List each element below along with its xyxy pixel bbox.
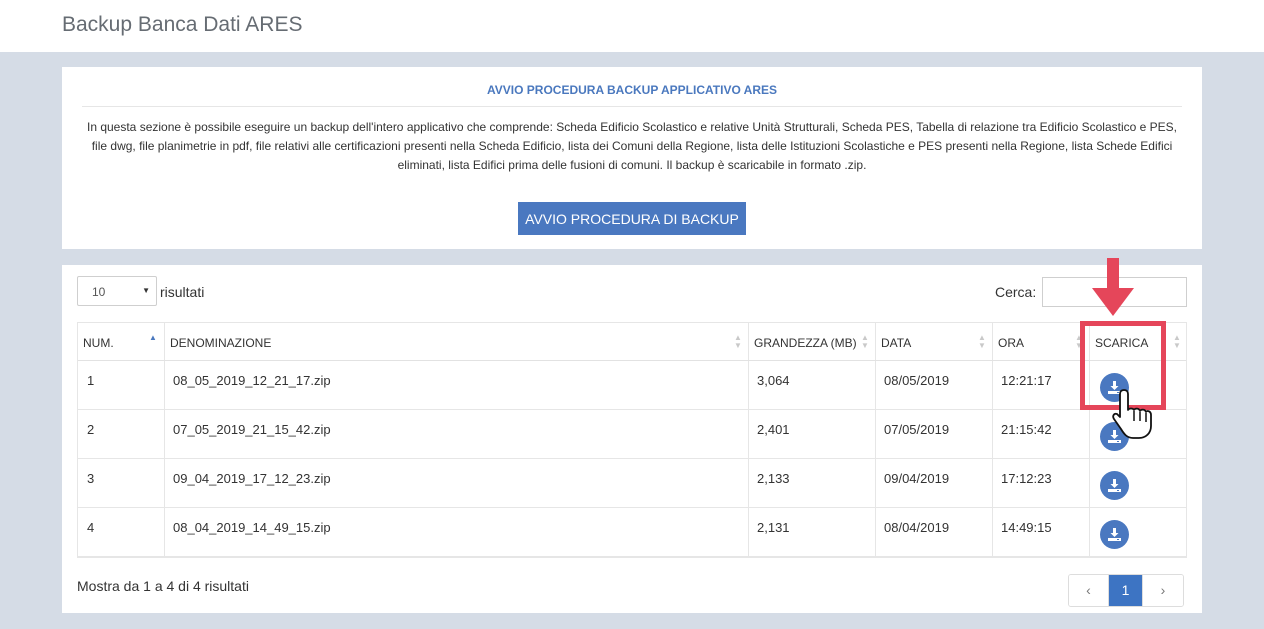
- row-date: 07/05/2019: [884, 422, 950, 437]
- next-page-button[interactable]: ›: [1143, 575, 1183, 606]
- row-size: 2,131: [757, 520, 790, 535]
- pagination: ‹ 1 ›: [1068, 574, 1184, 607]
- start-backup-button[interactable]: AVVIO PROCEDURA DI BACKUP: [518, 202, 746, 235]
- table-header: NUM. ▲ DENOMINAZIONE ▲ ▼ GRANDEZZA (MB) ▲…: [78, 323, 1186, 361]
- table-row: 4 08_04_2019_14_49_15.zip 2,131 08/04/20…: [78, 508, 1186, 557]
- table-row: 1 08_05_2019_12_21_17.zip 3,064 08/05/20…: [78, 361, 1186, 410]
- row-name: 08_04_2019_14_49_15.zip: [173, 520, 331, 535]
- row-time: 14:49:15: [1001, 520, 1052, 535]
- caret-down-icon: ▼: [142, 286, 150, 295]
- column-header-num[interactable]: NUM.: [83, 323, 114, 361]
- page-length-label: risultati: [160, 284, 205, 300]
- annotation-arrow-down-icon: [1092, 258, 1134, 316]
- sort-icon[interactable]: ▲ ▼: [1173, 334, 1181, 350]
- page-button-current[interactable]: 1: [1109, 575, 1143, 606]
- sort-icon[interactable]: ▲ ▼: [861, 334, 869, 350]
- row-date: 08/04/2019: [884, 520, 950, 535]
- row-size: 2,133: [757, 471, 790, 486]
- divider: [82, 106, 1182, 107]
- download-icon: [1108, 528, 1121, 541]
- top-bar: Backup Banca Dati ARES: [0, 0, 1264, 52]
- page-title: Backup Banca Dati ARES: [62, 13, 303, 36]
- row-date: 09/04/2019: [884, 471, 950, 486]
- download-button[interactable]: [1100, 520, 1129, 549]
- row-num: 3: [87, 471, 95, 486]
- row-size: 2,401: [757, 422, 790, 437]
- row-size: 3,064: [757, 373, 790, 388]
- column-header-download[interactable]: SCARICA: [1095, 323, 1148, 361]
- page-length-select[interactable]: 10 ▼: [77, 276, 157, 306]
- procedure-title: AVVIO PROCEDURA BACKUP APPLICATIVO ARES: [486, 83, 778, 97]
- row-name: 08_05_2019_12_21_17.zip: [173, 373, 331, 388]
- search-label: Cerca:: [995, 284, 1037, 300]
- sort-icon[interactable]: ▲ ▼: [1075, 334, 1083, 350]
- download-button[interactable]: [1100, 471, 1129, 500]
- row-time: 17:12:23: [1001, 471, 1052, 486]
- table-row: 3 09_04_2019_17_12_23.zip 2,133 09/04/20…: [78, 459, 1186, 508]
- hand-pointer-icon: [1112, 389, 1152, 439]
- row-date: 08/05/2019: [884, 373, 950, 388]
- column-header-date[interactable]: DATA: [881, 323, 911, 361]
- sort-icon[interactable]: ▲ ▼: [734, 334, 742, 350]
- row-time: 12:21:17: [1001, 373, 1052, 388]
- backup-list-panel: 10 ▼ risultati Cerca: NUM. ▲ DENOMINAZIO…: [62, 265, 1202, 613]
- row-num: 4: [87, 520, 95, 535]
- row-num: 1: [87, 373, 95, 388]
- row-time: 21:15:42: [1001, 422, 1052, 437]
- backup-table: NUM. ▲ DENOMINAZIONE ▲ ▼ GRANDEZZA (MB) ▲…: [77, 322, 1187, 558]
- column-header-size[interactable]: GRANDEZZA (MB): [754, 323, 857, 361]
- table-row: 2 07_05_2019_21_15_42.zip 2,401 07/05/20…: [78, 410, 1186, 459]
- row-name: 09_04_2019_17_12_23.zip: [173, 471, 331, 486]
- sort-icon[interactable]: ▲ ▼: [978, 334, 986, 350]
- row-num: 2: [87, 422, 95, 437]
- previous-page-button[interactable]: ‹: [1069, 575, 1109, 606]
- column-header-name[interactable]: DENOMINAZIONE: [170, 323, 271, 361]
- download-icon: [1108, 479, 1121, 492]
- column-header-time[interactable]: ORA: [998, 323, 1024, 361]
- results-info: Mostra da 1 a 4 di 4 risultati: [77, 578, 249, 594]
- row-name: 07_05_2019_21_15_42.zip: [173, 422, 331, 437]
- backup-procedure-panel: AVVIO PROCEDURA BACKUP APPLICATIVO ARES …: [62, 67, 1202, 249]
- sort-asc-icon[interactable]: ▲: [149, 334, 157, 342]
- page-length-value: 10: [92, 285, 106, 299]
- procedure-description: In questa sezione è possibile eseguire u…: [86, 120, 1178, 172]
